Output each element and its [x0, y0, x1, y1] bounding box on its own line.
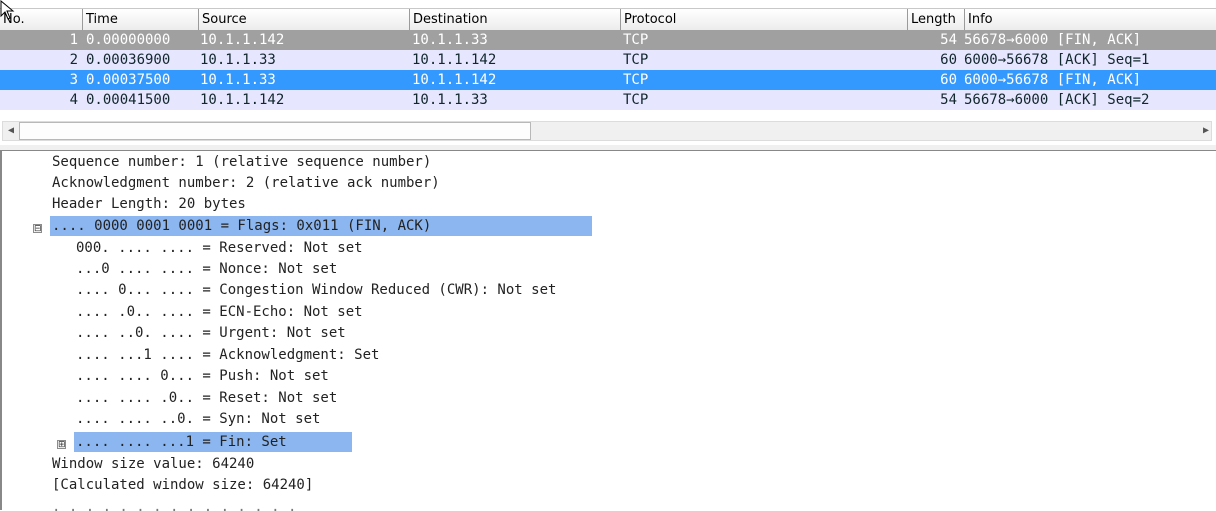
detail-line-sequence-number[interactable]: Sequence number: 1 (relative sequence nu…: [52, 152, 431, 172]
detail-line-push[interactable]: .... .... 0... = Push: Not set: [76, 366, 329, 386]
packet-list-pane: No. Time Source Destination Protocol Len…: [0, 0, 1216, 146]
packet-length: 54: [940, 32, 957, 48]
column-header-time[interactable]: Time: [82, 9, 198, 30]
packet-info: 6000→56678 [ACK] Seq=1: [964, 52, 1150, 68]
packet-destination: 10.1.1.142: [412, 52, 497, 68]
packet-rows: 1 0.00000000 10.1.1.142 10.1.1.33 TCP 54…: [0, 30, 1216, 110]
packet-source: 10.1.1.142: [200, 32, 285, 48]
arrow-cursor-icon: [0, 0, 15, 20]
packet-no: 2: [69, 52, 78, 68]
column-header-info[interactable]: Info: [964, 9, 1216, 30]
detail-line-ack-number[interactable]: Acknowledgment number: 2 (relative ack n…: [52, 173, 440, 193]
scrollbar-thumb[interactable]: [19, 122, 531, 140]
packet-source: 10.1.1.33: [200, 52, 276, 68]
detail-line-reset[interactable]: .... .... .0.. = Reset: Not set: [76, 388, 337, 408]
packet-list-header: No. Time Source Destination Protocol Len…: [0, 8, 1216, 31]
detail-line-cwr[interactable]: .... 0... .... = Congestion Window Reduc…: [76, 280, 556, 300]
horizontal-scrollbar[interactable]: ◀ ▶: [0, 119, 1216, 143]
scroll-left-icon[interactable]: ◀: [3, 123, 19, 139]
packet-details-pane: Sequence number: 1 (relative sequence nu…: [0, 150, 1216, 511]
packet-source: 10.1.1.33: [200, 72, 276, 88]
detail-line-urgent[interactable]: .... ..0. .... = Urgent: Not set: [76, 323, 346, 343]
packet-protocol: TCP: [623, 72, 649, 88]
packet-destination: 10.1.1.142: [412, 72, 497, 88]
packet-info: 56678→6000 [ACK] Seq=2: [964, 92, 1150, 108]
packet-no: 4: [69, 92, 78, 108]
collapse-icon[interactable]: ⊟: [33, 224, 42, 234]
packet-protocol: TCP: [623, 92, 649, 108]
detail-line-reserved[interactable]: 000. .... .... = Reserved: Not set: [76, 238, 363, 258]
detail-line-ecn-echo[interactable]: .... .0.. .... = ECN-Echo: Not set: [76, 302, 363, 322]
detail-line-calculated-window-size[interactable]: [Calculated window size: 64240]: [52, 475, 313, 495]
expand-icon[interactable]: ⊞: [57, 440, 66, 450]
detail-line-truncated: . . . . . . . . . . . . . . .: [52, 499, 297, 511]
packet-row[interactable]: 4 0.00041500 10.1.1.142 10.1.1.33 TCP 54…: [0, 90, 1216, 110]
packet-length: 54: [940, 92, 957, 108]
packet-length: 60: [940, 52, 957, 68]
packet-time: 0.00037500: [86, 72, 171, 88]
packet-row-selected[interactable]: 3 0.00037500 10.1.1.33 10.1.1.142 TCP 60…: [0, 70, 1216, 90]
detail-line-header-length[interactable]: Header Length: 20 bytes: [52, 194, 246, 214]
packet-info: 6000→56678 [FIN, ACK]: [964, 72, 1142, 88]
packet-length: 60: [940, 72, 957, 88]
column-header-source[interactable]: Source: [198, 9, 409, 30]
packet-time: 0.00041500: [86, 92, 171, 108]
detail-line-fin[interactable]: .... .... ...1 = Fin: Set: [74, 432, 352, 452]
detail-line-nonce[interactable]: ...0 .... .... = Nonce: Not set: [76, 259, 337, 279]
column-header-protocol[interactable]: Protocol: [620, 9, 907, 30]
detail-line-flags[interactable]: .... 0000 0001 0001 = Flags: 0x011 (FIN,…: [50, 216, 592, 236]
packet-destination: 10.1.1.33: [412, 92, 488, 108]
packet-no: 1: [69, 32, 78, 48]
detail-line-syn[interactable]: .... .... ..0. = Syn: Not set: [76, 409, 320, 429]
packet-source: 10.1.1.142: [200, 92, 285, 108]
column-header-destination[interactable]: Destination: [409, 9, 620, 30]
column-header-length[interactable]: Length: [907, 9, 964, 30]
packet-destination: 10.1.1.33: [412, 32, 488, 48]
packet-row[interactable]: 2 0.00036900 10.1.1.33 10.1.1.142 TCP 60…: [0, 50, 1216, 70]
detail-line-window-size[interactable]: Window size value: 64240: [52, 454, 254, 474]
detail-line-acknowledgment[interactable]: .... ...1 .... = Acknowledgment: Set: [76, 345, 379, 365]
packet-protocol: TCP: [623, 32, 649, 48]
packet-info: 56678→6000 [FIN, ACK]: [964, 32, 1142, 48]
packet-protocol: TCP: [623, 52, 649, 68]
packet-no: 3: [69, 72, 78, 88]
packet-row[interactable]: 1 0.00000000 10.1.1.142 10.1.1.33 TCP 54…: [0, 30, 1216, 50]
packet-time: 0.00000000: [86, 32, 171, 48]
packet-time: 0.00036900: [86, 52, 171, 68]
scroll-right-icon[interactable]: ▶: [1198, 123, 1214, 139]
